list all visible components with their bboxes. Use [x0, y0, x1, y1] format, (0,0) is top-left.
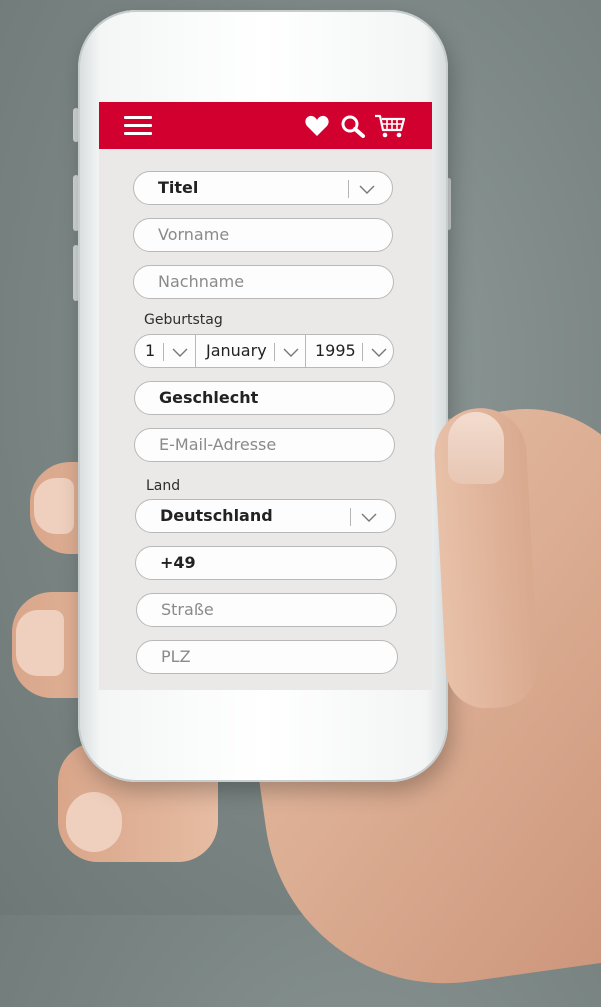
fingernail: [16, 610, 64, 676]
first-name-placeholder: Vorname: [158, 225, 230, 244]
cart-icon[interactable]: [374, 113, 406, 139]
title-select-value: Titel: [158, 178, 199, 197]
birthday-day-value: 1: [145, 341, 156, 360]
select-divider: [350, 508, 351, 526]
app-header: [99, 102, 432, 149]
email-placeholder: E-Mail-Adresse: [159, 435, 277, 454]
country-select[interactable]: Deutschland: [135, 499, 396, 533]
country-value: Deutschland: [160, 506, 273, 525]
last-name-field[interactable]: Nachname: [133, 265, 394, 299]
zip-placeholder: PLZ: [161, 647, 191, 666]
street-field[interactable]: Straße: [136, 593, 397, 627]
street-placeholder: Straße: [161, 600, 214, 619]
fingernail: [66, 792, 122, 852]
menu-icon[interactable]: [124, 116, 152, 136]
fingernail: [34, 478, 74, 534]
zip-field[interactable]: PLZ: [136, 640, 398, 674]
country-label: Land: [146, 478, 181, 494]
heart-icon[interactable]: [304, 114, 330, 138]
chevron-down-icon: [361, 513, 377, 522]
first-name-field[interactable]: Vorname: [133, 218, 393, 252]
gender-field[interactable]: Geschlecht: [134, 381, 395, 415]
birthday-month-value: January: [206, 341, 267, 360]
select-divider: [274, 343, 275, 361]
phone-screen: Titel Vorname Nachname Geburtstag 1 Janu…: [99, 102, 432, 690]
birthday-day-select[interactable]: 1: [134, 334, 196, 368]
last-name-placeholder: Nachname: [158, 272, 245, 291]
chevron-down-icon: [359, 185, 375, 194]
email-field[interactable]: E-Mail-Adresse: [134, 428, 395, 462]
select-divider: [348, 180, 349, 198]
birthday-month-select[interactable]: January: [195, 334, 306, 368]
birthday-year-value: 1995: [315, 341, 356, 360]
birthday-label: Geburtstag: [144, 312, 223, 328]
chevron-down-icon: [283, 348, 299, 357]
title-select[interactable]: Titel: [133, 171, 393, 205]
birthday-year-select[interactable]: 1995: [305, 334, 394, 368]
phone-prefix-field[interactable]: +49: [135, 546, 397, 580]
chevron-down-icon: [371, 348, 387, 357]
chevron-down-icon: [172, 348, 188, 357]
select-divider: [362, 343, 363, 361]
select-divider: [163, 343, 164, 361]
phone-prefix-value: +49: [160, 553, 196, 572]
search-icon[interactable]: [340, 114, 366, 138]
gender-value: Geschlecht: [159, 388, 259, 407]
thumb-nail: [448, 412, 504, 484]
